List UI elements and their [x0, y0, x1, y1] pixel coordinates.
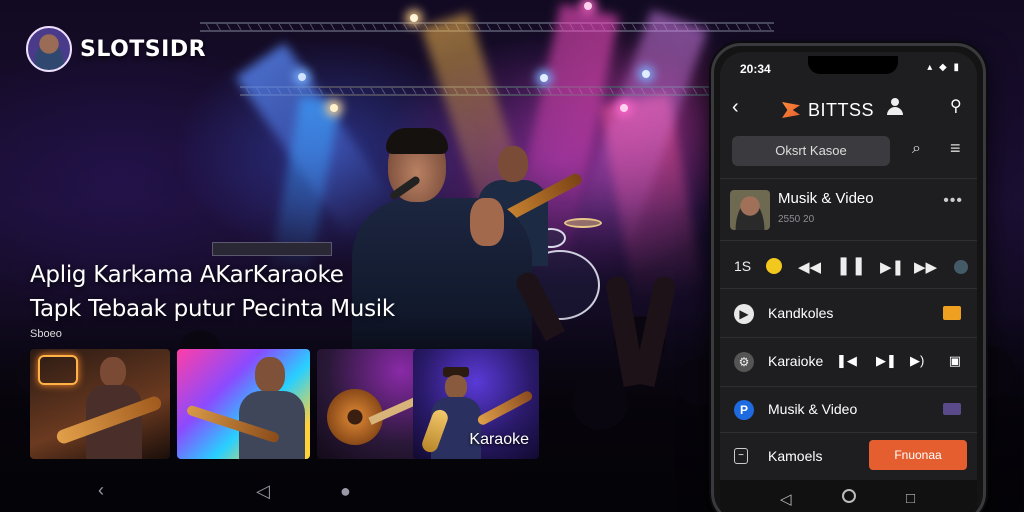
phone-screen: 20:34 ▴ ◆ ▮ ‹ BITTSS ⚲ Oksrt Kasoe ⌕ ≡ M… [720, 52, 977, 512]
status-bar: 20:34 ▴ ◆ ▮ [740, 62, 961, 76]
avatar [26, 26, 72, 72]
next-icon[interactable]: ▶❚ [876, 353, 897, 369]
stage-light [642, 70, 650, 78]
play-circle-icon: ▶ [734, 304, 754, 324]
stage-light [410, 14, 418, 22]
thumbnail-bassist[interactable] [177, 349, 310, 459]
stage-light [298, 73, 306, 81]
cta-button[interactable]: Fnuonaa [869, 440, 967, 470]
divider [720, 240, 977, 241]
badge-icon [943, 306, 961, 320]
now-playing-subtitle: 2550 20 [778, 214, 815, 225]
document-icon: − [734, 448, 748, 464]
p-logo-icon: P [734, 400, 754, 420]
prev-icon[interactable]: ◀◀ [798, 258, 821, 276]
status-icons: ▴ ◆ ▮ [927, 62, 961, 73]
back-icon[interactable]: ‹ [98, 480, 104, 501]
list-item[interactable]: P Musik & Video [720, 390, 977, 430]
app-bar: ‹ BITTSS ⚲ [720, 92, 977, 128]
skip-icon[interactable]: ▶▶ [914, 258, 937, 276]
volume-icon[interactable]: ▶) [910, 353, 924, 369]
track-number: 1S [734, 258, 752, 274]
list-item-label: Musik & Video [768, 401, 858, 417]
divider [720, 386, 977, 387]
app-logo-icon [782, 102, 800, 118]
brand-name: SLOTSIDR [80, 36, 207, 62]
cymbal [564, 218, 602, 228]
keyboard-instrument [212, 242, 332, 256]
badge-icon [943, 403, 961, 415]
stage-light [620, 104, 628, 112]
pause-icon[interactable]: ❚❚ [836, 255, 866, 276]
menu-dots-icon[interactable]: ••• [943, 192, 963, 210]
status-time: 20:34 [740, 62, 771, 76]
list-item[interactable]: − Kamoels [720, 436, 857, 476]
recent-icon[interactable]: □ [906, 490, 915, 507]
back-triangle-icon[interactable]: ◁ [780, 490, 792, 508]
divider [720, 288, 977, 289]
list-item-label: Kamoels [768, 448, 823, 464]
tagline: Sboeo [30, 328, 62, 340]
list-item[interactable]: ⚙ Karaioke ❚◀ ▶❚ ▶) ▣ [720, 342, 977, 382]
user-icon[interactable] [886, 98, 904, 116]
now-playing-title: Musik & Video [778, 190, 874, 207]
brand-header: SLOTSIDR [26, 26, 206, 72]
next-icon[interactable]: ▶❚ [880, 258, 904, 276]
volume-icon[interactable] [954, 260, 968, 274]
list-item-label: Kandkoles [768, 305, 834, 321]
search-icon[interactable]: ⌕ [912, 140, 921, 158]
thumbnail-label: Karaoke [469, 431, 529, 448]
search-icon[interactable]: ⚲ [950, 96, 962, 116]
stage-light [584, 2, 592, 10]
divider [720, 178, 977, 179]
stage-light [540, 74, 548, 82]
home-icon[interactable]: ● [340, 481, 351, 502]
prev-icon[interactable]: ❚◀ [836, 353, 857, 369]
phone-nav-bar: ◁ □ [720, 480, 977, 512]
list-item-label: Karaioke [768, 353, 824, 369]
home-icon[interactable] [842, 489, 856, 503]
record-icon[interactable] [766, 258, 782, 274]
divider [720, 337, 977, 338]
headline-line-2: Tapk Tebaak putur Pecinta Musik [30, 296, 395, 322]
system-nav-bar: ‹ ◁ ● [0, 472, 700, 512]
phone-mockup: 20:34 ▴ ◆ ▮ ‹ BITTSS ⚲ Oksrt Kasoe ⌕ ≡ M… [711, 43, 986, 512]
list-item[interactable]: ▶ Kandkoles [720, 294, 977, 334]
player-controls: 1S ◀◀ ❚❚ ▶❚ ▶▶ [720, 252, 977, 286]
headline: Aplig Karkama AKarKaraoke Tapk Tebaak pu… [30, 258, 450, 326]
hamburger-icon[interactable]: ≡ [950, 138, 961, 159]
app-title: BITTSS [808, 100, 875, 120]
cast-icon[interactable]: ▣ [949, 353, 961, 369]
back-icon[interactable]: ‹ [732, 96, 739, 119]
back-triangle-icon[interactable]: ◁ [256, 481, 270, 502]
headline-line-1: Aplig Karkama AKarKaraoke [30, 262, 344, 288]
divider [720, 432, 977, 433]
thumbnail-guitarist[interactable] [30, 349, 170, 459]
stage-light [330, 104, 338, 112]
thumbnail-karaoke[interactable]: Karaoke [413, 349, 539, 459]
now-playing-artwork [730, 190, 770, 230]
search-input[interactable]: Oksrt Kasoe [732, 136, 890, 166]
settings-icon: ⚙ [734, 352, 754, 372]
